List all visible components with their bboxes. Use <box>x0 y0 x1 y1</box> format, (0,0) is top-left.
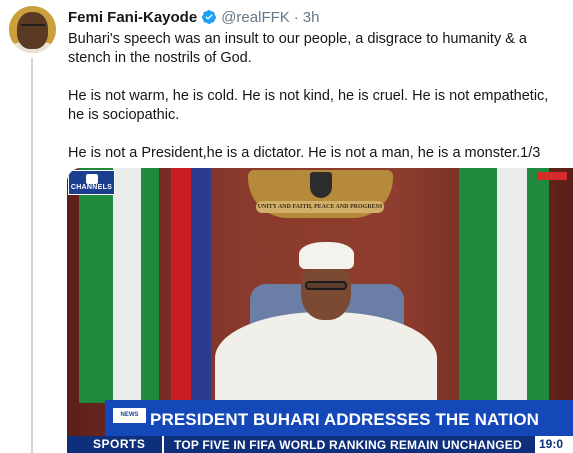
speaker-face <box>301 262 351 320</box>
tweet-header: Femi Fani-Kayode @realFFK · 3h <box>68 7 319 27</box>
speaker-cap <box>299 242 354 269</box>
coat-of-arms: UNITY AND FAITH, PEACE AND PROGRESS <box>248 170 393 218</box>
ticker-time: 19:0 <box>535 436 573 453</box>
tweet-paragraph: He is not a President,he is a dictator. … <box>68 145 541 161</box>
avatar-face <box>17 12 48 49</box>
avatar[interactable] <box>9 6 56 53</box>
nigerian-flag-left <box>141 168 159 403</box>
nigerian-flag-right <box>459 168 497 403</box>
news-ticker: SPORTS TOP FIVE IN FIFA WORLD RANKING RE… <box>67 436 573 453</box>
speaker-glasses <box>305 281 347 290</box>
user-handle[interactable]: @realFFK <box>221 9 290 26</box>
tweet-text: Buhari's speech was an insult to our peo… <box>68 30 564 163</box>
avatar-glasses <box>21 24 45 29</box>
channels-logo: CHANNELS <box>68 170 115 195</box>
flag-blue <box>191 168 211 403</box>
nigerian-flag-left <box>113 168 141 403</box>
coat-of-arms-motto: UNITY AND FAITH, PEACE AND PROGRESS <box>256 201 384 213</box>
corner-bug <box>537 172 567 180</box>
nigerian-flag-right <box>527 168 549 403</box>
tweet-paragraph: Buhari's speech was an insult to our peo… <box>68 31 527 66</box>
coat-of-arms-shield <box>310 172 332 198</box>
nigerian-flag-left <box>79 168 113 403</box>
tweet-media-image[interactable]: UNITY AND FAITH, PEACE AND PROGRESS CHAN… <box>67 168 573 453</box>
speaker-body <box>215 312 437 408</box>
news-banner: NEWS PRESIDENT BUHARI ADDRESSES THE NATI… <box>105 400 573 436</box>
display-name[interactable]: Femi Fani-Kayode <box>68 9 197 26</box>
ticker-text: TOP FIVE IN FIFA WORLD RANKING REMAIN UN… <box>174 437 522 452</box>
verified-badge-icon <box>202 10 217 24</box>
news-headline: PRESIDENT BUHARI ADDRESSES THE NATION <box>150 410 540 429</box>
ticker-label: SPORTS <box>67 436 164 453</box>
nigerian-flag-right <box>497 168 527 403</box>
thread-line <box>31 58 33 453</box>
separator-dot: · <box>293 8 299 26</box>
tweet-paragraph: He is not warm, he is cold. He is not ki… <box>68 88 549 123</box>
news-banner-tag: NEWS <box>113 408 146 423</box>
tweet-timestamp[interactable]: 3h <box>303 9 320 26</box>
